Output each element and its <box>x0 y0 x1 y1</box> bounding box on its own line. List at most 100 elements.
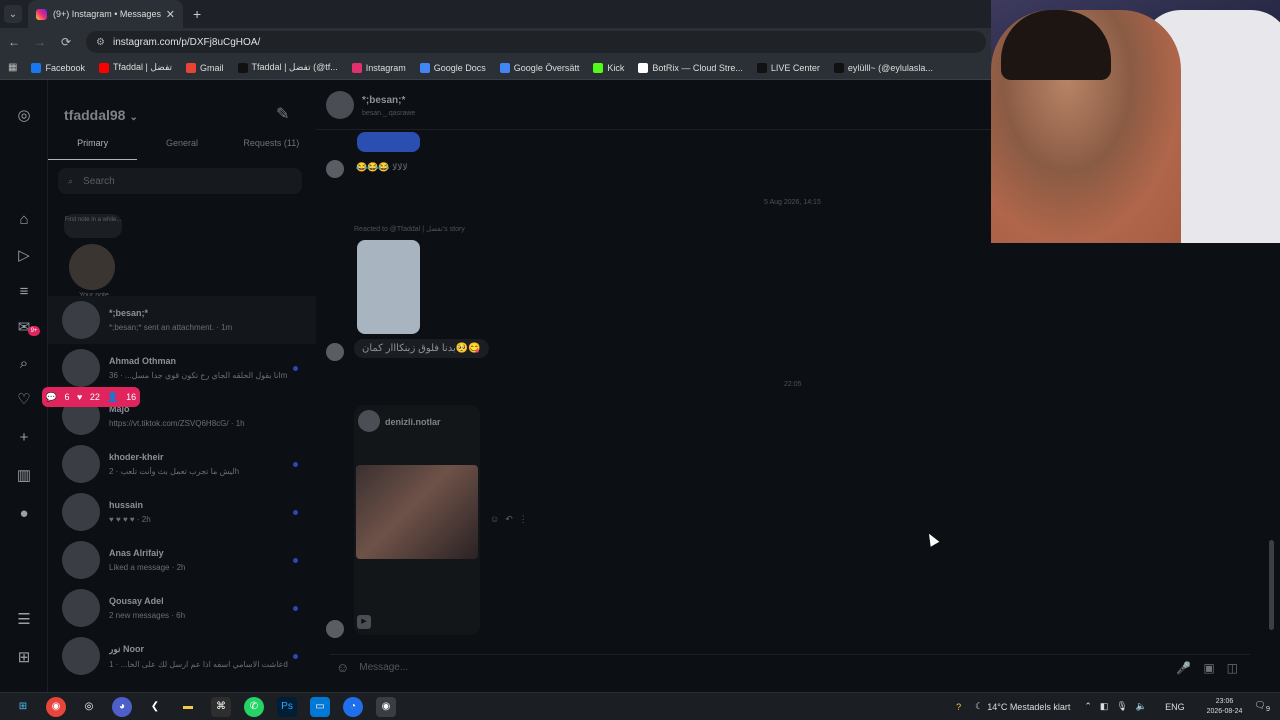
bookmark-item[interactable]: BotRix — Cloud Stre... <box>638 62 743 73</box>
start-button-icon[interactable]: ⊞ <box>13 697 33 717</box>
url-field[interactable]: ⚙ instagram.com/p/DXFj8uCgHOA/ <box>86 31 986 53</box>
reels-icon[interactable]: ▷ <box>14 246 34 266</box>
dashboard-icon[interactable]: ▥ <box>14 466 34 486</box>
more-options-icon[interactable]: ⋮ <box>519 514 534 524</box>
home-icon[interactable]: ⌂ <box>14 210 34 230</box>
conversation-row[interactable]: hussain ♥ ♥ ♥ ♥ · 2h <box>48 488 316 536</box>
contact-name: *;besan;* <box>362 95 406 106</box>
back-button[interactable]: ← <box>2 35 26 49</box>
reload-button[interactable]: ⟳ <box>54 35 78 49</box>
forward-button[interactable]: → <box>28 35 52 49</box>
search-icon[interactable]: ⌕ <box>14 354 34 374</box>
tab-requests[interactable]: Requests (11) <box>227 138 316 160</box>
apps-grid-icon[interactable]: ▦ <box>8 62 17 73</box>
bookmark-item[interactable]: Google Docs <box>419 62 486 73</box>
conversation-avatar <box>62 349 100 387</box>
bookmark-item[interactable]: Google Översätt <box>499 62 579 73</box>
tab-general[interactable]: General <box>137 138 226 160</box>
notifications-icon[interactable]: 🗨9 <box>1254 700 1270 713</box>
emoji-picker-icon[interactable]: ☺ <box>336 660 349 675</box>
chrome-active-icon[interactable]: ◉ <box>376 696 396 717</box>
conversation-name: *;besan;* <box>109 308 149 318</box>
tab-search-button[interactable]: ⌄ <box>4 5 22 23</box>
conversation-row[interactable]: *;besan;* *;besan;* sent an attachment. ·… <box>48 296 316 344</box>
also-from-meta-icon[interactable]: ⊞ <box>14 648 34 668</box>
microphone-icon[interactable]: 🎤 <box>1176 661 1203 675</box>
follows-count: 16 <box>126 392 137 402</box>
new-tab-button[interactable]: + <box>193 6 201 22</box>
system-tray: ? ☾ 14°C Mestadels klart ⌃ ◧ 🎙 🔈 ENG 23:… <box>956 697 1280 717</box>
conversation-row[interactable]: Anas Alrifaiy Liked a message · 2h <box>48 536 316 584</box>
profile-avatar-icon[interactable]: ● <box>14 504 34 524</box>
reply-icon[interactable]: ↶ <box>505 514 519 524</box>
conversation-avatar <box>62 589 100 627</box>
image-upload-icon[interactable]: ▣ <box>1203 661 1226 675</box>
terminal-icon[interactable]: ⌘ <box>211 696 231 717</box>
conversation-preview: ليش ما تجرب تعمل بث وأنت تلعب · 2h <box>109 467 240 476</box>
conversation-row[interactable]: Ahmad Othman انا بقول الحلقه الجاي رح تكو… <box>48 344 316 392</box>
obs-icon[interactable]: ◎ <box>79 697 99 717</box>
bookmark-label: Google Docs <box>433 62 486 73</box>
previous-media-thumbnail[interactable] <box>357 132 420 152</box>
bookmark-item[interactable]: Kick <box>593 62 624 73</box>
conversation-row[interactable]: نور Noor عاشت الاسامي اسفه اذا عم ارسل لك… <box>48 632 316 680</box>
bookmark-item[interactable]: Tfaddal | تفضل <box>98 62 172 73</box>
help-icon[interactable]: ? <box>956 702 961 712</box>
instagram-logo-icon[interactable]: ◎ <box>14 106 34 126</box>
monitor-app-icon[interactable]: ▭ <box>310 696 330 717</box>
blue-app-icon[interactable]: ◔ <box>343 696 363 717</box>
contact-avatar[interactable] <box>326 91 354 119</box>
messenger-icon[interactable]: ✉ 9+ <box>14 318 40 338</box>
more-menu-icon[interactable]: ☰ <box>14 610 34 630</box>
microphone-tray-icon[interactable]: 🎙 <box>1116 701 1127 712</box>
site-info-icon[interactable]: ⚙ <box>96 37 105 48</box>
message-input[interactable]: Message... <box>359 662 408 673</box>
tray-expand-icon[interactable]: ⌃ <box>1084 701 1092 712</box>
whatsapp-icon[interactable]: ✆ <box>244 696 264 717</box>
weather-text[interactable]: 14°C Mestadels klart <box>987 702 1070 712</box>
create-plus-icon[interactable]: + <box>14 428 34 448</box>
react-emoji-icon[interactable]: ☺ <box>490 514 505 524</box>
browser-tab[interactable]: (9+) Instagram • Messages ✕ <box>28 0 183 28</box>
shared-post-card[interactable]: denizli.notlar <box>354 405 480 635</box>
tab-primary[interactable]: Primary <box>48 138 138 160</box>
language-indicator[interactable]: ENG <box>1165 702 1185 712</box>
network-icon[interactable]: ◧ <box>1100 701 1109 712</box>
photoshop-icon[interactable]: Ps <box>277 696 297 717</box>
message-composer[interactable]: ☺ Message... 🎤▣◫ <box>330 654 1250 680</box>
bookmark-item[interactable]: LIVE Center <box>756 62 820 73</box>
unread-dot <box>293 461 298 467</box>
conversation-row[interactable]: khoder-kheir ليش ما تجرب تعمل بث وأنت تلع… <box>48 440 316 488</box>
notifications-heart-icon[interactable]: ♡ <box>14 390 34 410</box>
bookmark-item[interactable]: Instagram <box>351 62 406 73</box>
scrollbar-thumb[interactable] <box>1269 540 1274 630</box>
conversation-preview: *;besan;* sent an attachment. · 1m <box>109 323 233 332</box>
account-switcher[interactable]: tfaddal98 ⌄ <box>64 107 138 123</box>
app-icon[interactable]: ❮ <box>145 697 165 717</box>
search-input[interactable]: ⌕ Search <box>58 168 302 194</box>
story-thumbnail[interactable] <box>357 240 420 334</box>
conversation-name: hussain <box>109 500 144 510</box>
bookmark-item[interactable]: Tfaddal | تفضل (@tf... <box>237 62 338 73</box>
bookmark-item[interactable]: Facebook <box>31 62 85 73</box>
sender-avatar <box>326 343 344 361</box>
likes-count: 22 <box>89 392 100 402</box>
clock[interactable]: 23:06 2026-08-24 <box>1207 697 1243 717</box>
discord-icon[interactable]: ◕ <box>112 696 132 717</box>
play-icon[interactable]: ▶ <box>357 615 371 629</box>
compose-message-icon[interactable]: ✎ <box>276 104 289 124</box>
message-bubble: بدنا فلوق زبنكااار كمان🥺😋 <box>354 339 489 358</box>
explore-icon[interactable]: ≡ <box>14 282 34 302</box>
close-tab-icon[interactable]: ✕ <box>166 8 175 21</box>
bookmark-favicon-icon <box>419 62 430 73</box>
bookmark-item[interactable]: Gmail <box>186 62 224 73</box>
file-explorer-icon[interactable]: ▬ <box>178 697 198 717</box>
sticker-icon[interactable]: ◫ <box>1227 661 1250 675</box>
chrome-icon[interactable]: ◉ <box>46 696 66 717</box>
your-note[interactable]: First note in a while... Your note <box>64 214 124 299</box>
shared-post-image[interactable] <box>356 465 478 559</box>
bookmark-favicon-icon <box>593 62 604 73</box>
volume-icon[interactable]: 🔈 <box>1136 701 1147 712</box>
conversation-row[interactable]: Qousay Adel 2 new messages · 6h <box>48 584 316 632</box>
bookmark-item[interactable]: eylülll~ (@eylulasla... <box>833 62 933 73</box>
